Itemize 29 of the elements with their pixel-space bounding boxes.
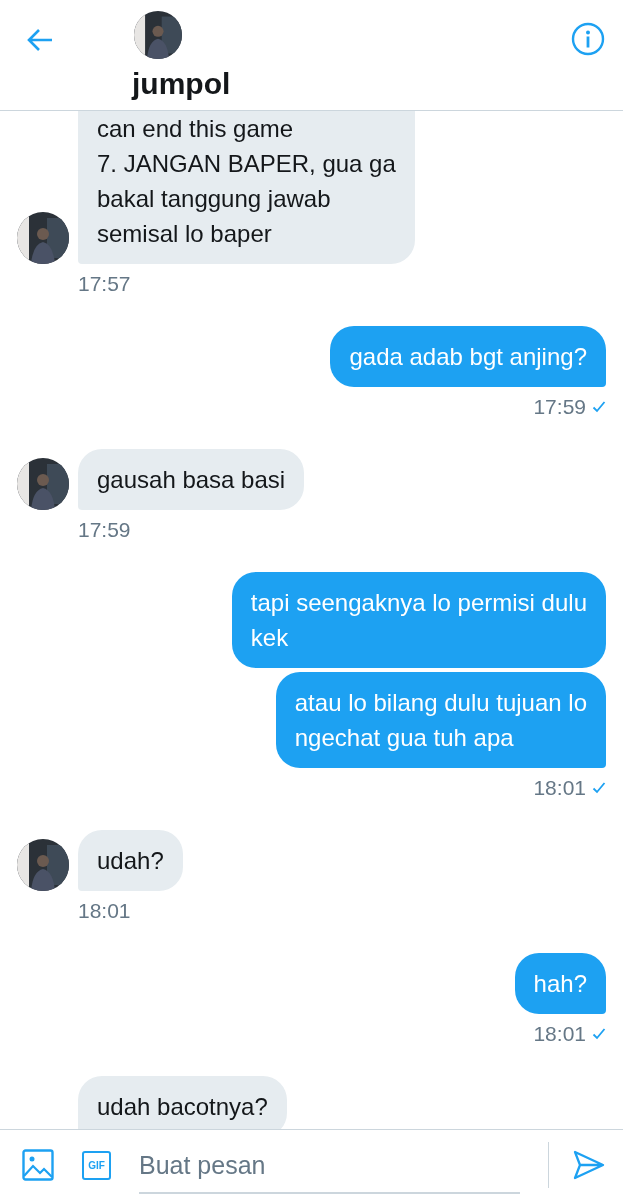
send-button[interactable] — [573, 1150, 605, 1180]
send-icon — [573, 1150, 605, 1180]
message-bubble: gada adab bgt anjing? — [330, 326, 606, 387]
contact-name: jumpol — [132, 67, 231, 101]
info-icon — [571, 22, 605, 56]
gif-button[interactable]: GIF — [82, 1150, 111, 1180]
message-time: 17:59 — [78, 518, 131, 542]
message-bubble: can end this game 7. JANGAN BAPER, gua ga bakal tanggung jawab semisal lo baper — [78, 111, 415, 264]
message-bubble: gausah basa basi — [78, 449, 305, 510]
check-icon — [592, 1027, 606, 1041]
message-bubble: udah bacotnya? — [78, 1076, 287, 1129]
image-icon — [22, 1149, 54, 1181]
message-time: 18:01 — [533, 1022, 586, 1046]
message-bubble: atau lo bilang dulu tujuan lo ngechat gua tuh apa — [275, 672, 606, 768]
avatar — [134, 11, 182, 59]
check-icon — [592, 400, 606, 414]
info-button[interactable] — [571, 22, 605, 56]
message-time: 18:01 — [78, 899, 131, 923]
message-bubble: tapi seengaknya lo permisi dulu kek — [231, 572, 606, 668]
message-bubble: hah? — [514, 953, 606, 1014]
avatar — [17, 212, 69, 264]
check-icon — [592, 781, 606, 795]
avatar — [17, 839, 69, 891]
message-time: 17:57 — [78, 272, 131, 296]
message-time: 17:59 — [533, 395, 586, 419]
message-bubble: udah? — [78, 830, 183, 891]
image-button[interactable] — [22, 1149, 54, 1181]
avatar — [17, 458, 69, 510]
message-time: 18:01 — [533, 776, 586, 800]
